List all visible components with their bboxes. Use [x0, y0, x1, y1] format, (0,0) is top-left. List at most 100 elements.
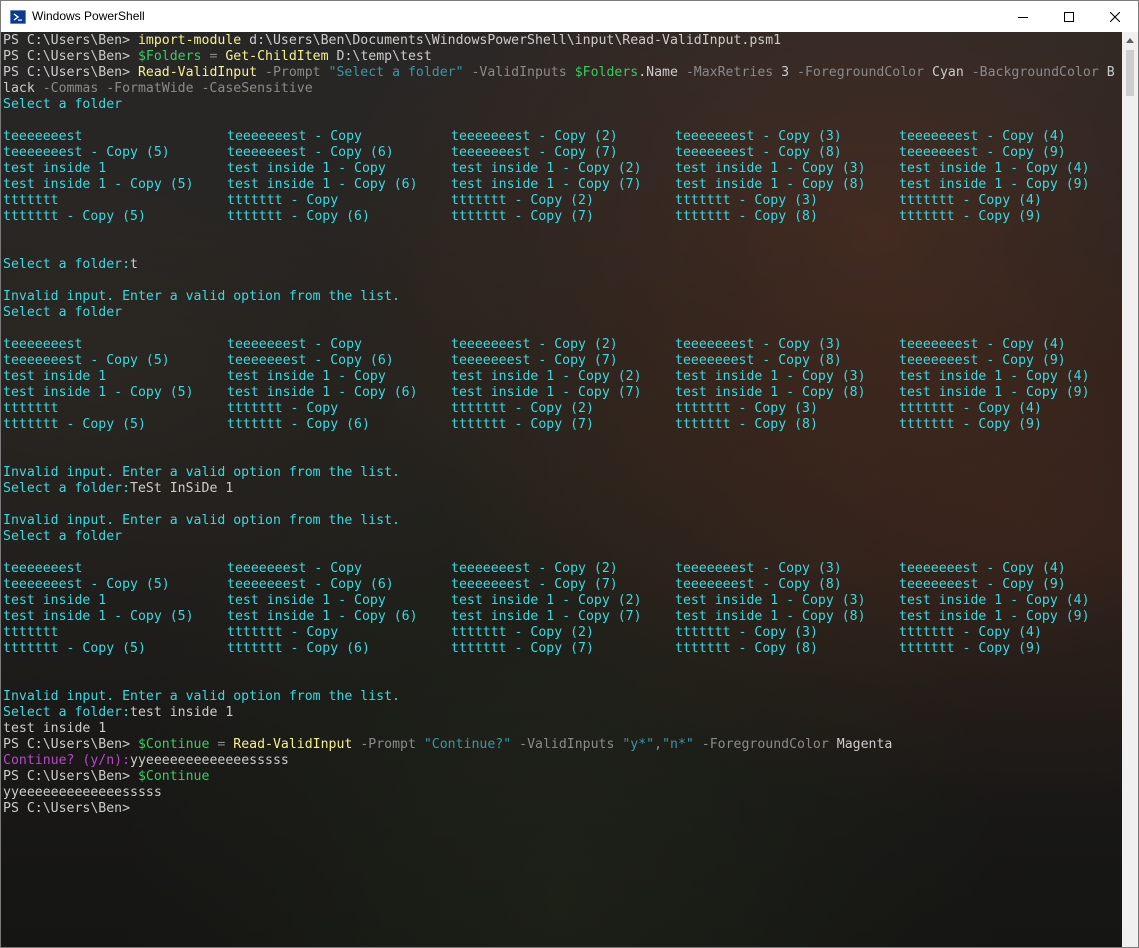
console-line: PS C:\Users\Ben> $Folders = Get-ChildIte…	[3, 49, 1122, 65]
console-line: PS C:\Users\Ben> import-module d:\Users\…	[3, 33, 1122, 49]
option-item: test inside 1 - Copy (6)	[227, 385, 418, 400]
option-grid-row: ttttttt ttttttt - Copy ttttttt - Copy (2) t…	[3, 401, 1122, 417]
console-output[interactable]: PS C:\Users\Ben> import-module d:\Users\…	[1, 32, 1122, 947]
option-grid-row: test inside 1 - Copy (5) test inside 1 - …	[3, 609, 1122, 625]
console-text: -Prompt	[352, 737, 424, 752]
option-grid-row: teeeeeeest - Copy (5) teeeeeeest - Copy (…	[3, 145, 1122, 161]
console-text: -ForegroundColor	[693, 737, 837, 752]
option-item: teeeeeeest - Copy (6)	[227, 353, 394, 368]
console-text: Select a folder	[3, 305, 123, 320]
option-item: teeeeeeest - Copy	[227, 561, 362, 576]
option-item: teeeeeeest - Copy (5)	[3, 145, 170, 160]
option-item: teeeeeeest - Copy (8)	[675, 353, 842, 368]
option-item: ttttttt - Copy (7)	[451, 209, 594, 224]
option-item: ttttttt - Copy (6)	[227, 641, 370, 656]
option-grid-row: test inside 1 test inside 1 - Copy test in…	[3, 161, 1122, 177]
option-item: teeeeeeest - Copy (3)	[675, 561, 842, 576]
vertical-scrollbar[interactable]	[1122, 32, 1138, 947]
option-item: test inside 1 - Copy (7)	[451, 385, 642, 400]
maximize-button[interactable]	[1046, 1, 1092, 32]
console-line: PS C:\Users\Ben> $Continue = Read-ValidI…	[3, 737, 1122, 753]
option-item: test inside 1 - Copy (2)	[451, 593, 642, 608]
console-line: PS C:\Users\Ben> Read-ValidInput -Prompt…	[3, 65, 1122, 81]
option-item: teeeeeeest - Copy (9)	[899, 577, 1066, 592]
console-text: Select a folder	[3, 529, 123, 544]
option-item: teeeeeeest - Copy (6)	[227, 577, 394, 592]
option-grid-row: test inside 1 - Copy (5) test inside 1 - …	[3, 385, 1122, 401]
console-text: $Continue	[137, 769, 210, 784]
close-button[interactable]	[1092, 1, 1138, 32]
scroll-up-button[interactable]	[1122, 32, 1138, 49]
powershell-window: Windows PowerShell PS C:\Users\Ben> impo…	[0, 0, 1139, 948]
console-line: test inside 1	[3, 721, 1122, 737]
console-line: lack -Commas -FormatWide -CaseSensitive	[3, 81, 1122, 97]
console-text: ,	[654, 737, 663, 752]
console-text: "Continue?"	[423, 737, 512, 752]
console-text: -BackgroundColor	[963, 65, 1107, 80]
console-text: d:\Users\Ben\Documents\WindowsPowerShell…	[241, 33, 782, 48]
option-item: teeeeeeest - Copy (2)	[451, 129, 618, 144]
console-line: Select a folder:test inside 1	[3, 705, 1122, 721]
option-item: test inside 1 - Copy (7)	[451, 177, 642, 192]
option-item: ttttttt - Copy (6)	[227, 417, 370, 432]
console-line: PS C:\Users\Ben> $Continue	[3, 769, 1122, 785]
console-text: Magenta	[836, 737, 893, 752]
option-item: test inside 1 - Copy (7)	[451, 609, 642, 624]
console-text: PS C:\Users\Ben>	[3, 769, 138, 784]
option-item: ttttttt - Copy (5)	[3, 641, 146, 656]
option-grid-row: teeeeeeest teeeeeeest - Copy teeeeeeest - …	[3, 337, 1122, 353]
console-text: -ForegroundColor	[789, 65, 933, 80]
option-item: teeeeeeest - Copy (3)	[675, 129, 842, 144]
option-grid-row: test inside 1 - Copy (5) test inside 1 - …	[3, 177, 1122, 193]
console-text: $Folders	[137, 49, 202, 64]
option-item: ttttttt - Copy (9)	[899, 641, 1042, 656]
option-item: teeeeeeest - Copy (4)	[899, 337, 1066, 352]
option-grid-row: ttttttt ttttttt - Copy ttttttt - Copy (2) t…	[3, 193, 1122, 209]
option-item: ttttttt - Copy (9)	[899, 417, 1042, 432]
powershell-icon	[10, 10, 26, 24]
option-item: test inside 1 - Copy (6)	[227, 177, 418, 192]
console-line: Invalid input. Enter a valid option from…	[3, 689, 1122, 705]
minimize-button[interactable]	[1000, 1, 1046, 32]
option-item: teeeeeeest - Copy (9)	[899, 353, 1066, 368]
option-item: test inside 1 - Copy (8)	[675, 609, 866, 624]
option-item: teeeeeeest	[3, 129, 83, 144]
option-item: test inside 1	[3, 593, 107, 608]
console-line: Invalid input. Enter a valid option from…	[3, 513, 1122, 529]
option-grid-row: teeeeeeest - Copy (5) teeeeeeest - Copy (…	[3, 353, 1122, 369]
option-item: teeeeeeest - Copy (5)	[3, 353, 170, 368]
console-text: lack	[3, 81, 35, 96]
console-text: PS C:\Users\Ben>	[3, 737, 138, 752]
option-grid-row: test inside 1 test inside 1 - Copy test in…	[3, 369, 1122, 385]
title-bar[interactable]: Windows PowerShell	[1, 1, 1138, 32]
option-item: test inside 1 - Copy (6)	[227, 609, 418, 624]
option-item: teeeeeeest - Copy (8)	[675, 145, 842, 160]
option-item: test inside 1 - Copy (3)	[675, 161, 866, 176]
option-item: teeeeeeest - Copy (2)	[451, 561, 618, 576]
console-text: Cyan	[932, 65, 964, 80]
option-item: test inside 1 - Copy (8)	[675, 177, 866, 192]
minimize-icon	[1018, 16, 1028, 18]
option-item: teeeeeeest - Copy (4)	[899, 129, 1066, 144]
option-item: test inside 1	[3, 161, 107, 176]
option-item: ttttttt - Copy (7)	[451, 641, 594, 656]
option-item: test inside 1 - Copy (4)	[899, 369, 1090, 384]
console-text: Select a folder:	[3, 257, 131, 272]
console-line: Invalid input. Enter a valid option from…	[3, 289, 1122, 305]
scrollbar-thumb[interactable]	[1126, 50, 1134, 96]
console-text: import-module	[137, 33, 242, 48]
console-text: Invalid input. Enter a valid option from…	[3, 289, 400, 304]
option-item: test inside 1 - Copy (9)	[899, 609, 1090, 624]
option-item: ttttttt - Copy (3)	[675, 193, 818, 208]
console-text: Select a folder	[3, 97, 123, 112]
option-item: ttttttt	[3, 625, 59, 640]
console-text: Invalid input. Enter a valid option from…	[3, 513, 400, 528]
option-item: teeeeeeest - Copy	[227, 129, 362, 144]
console-text: Invalid input. Enter a valid option from…	[3, 689, 400, 704]
console-text: Read-ValidInput	[233, 737, 353, 752]
option-item: teeeeeeest - Copy (5)	[3, 577, 170, 592]
option-item: test inside 1 - Copy (9)	[899, 177, 1090, 192]
option-item: ttttttt - Copy (8)	[675, 417, 818, 432]
